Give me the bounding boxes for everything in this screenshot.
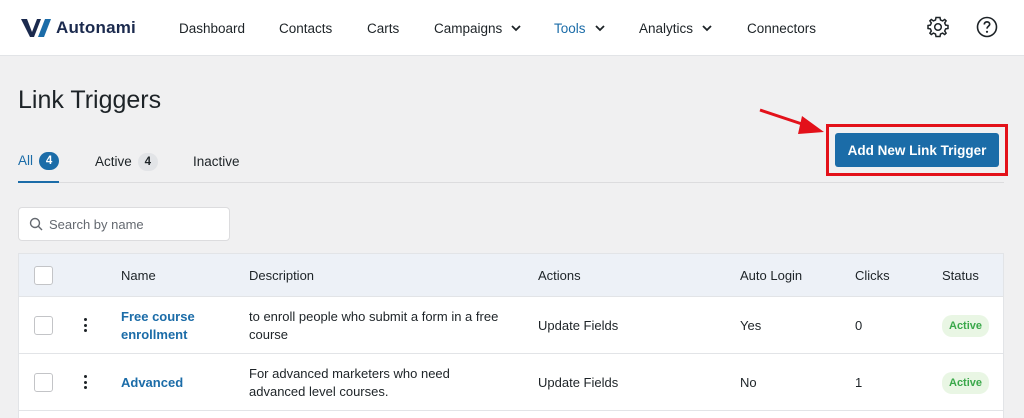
- chevron-down-icon: [511, 25, 521, 32]
- add-new-link-trigger-button[interactable]: Add New Link Trigger: [835, 133, 999, 167]
- column-header-clicks: Clicks: [855, 268, 890, 283]
- autonami-logo-icon: [21, 19, 51, 37]
- column-header-actions: Actions: [538, 268, 581, 283]
- trigger-description-cell: to enroll people who submit a form in a …: [249, 297, 529, 354]
- status-cell: Active: [942, 354, 990, 411]
- brand-name: Autonami: [56, 18, 136, 37]
- clicks-cell: 0: [855, 317, 863, 333]
- tab-all[interactable]: All 4: [18, 140, 60, 183]
- description-line: course: [249, 326, 289, 342]
- table-row: Advanced For advanced marketers who need…: [19, 354, 1003, 411]
- trigger-actions-cell: Update Fields: [538, 374, 619, 390]
- row-checkbox[interactable]: [34, 316, 53, 335]
- page-title: Link Triggers: [18, 86, 162, 114]
- tab-active-count: 4: [137, 152, 158, 171]
- clicks-cell: 1: [855, 374, 863, 390]
- trigger-name-cell: Free course enrollment: [121, 297, 241, 354]
- row-more-menu-icon[interactable]: [80, 316, 90, 334]
- link-triggers-table: Name Description Actions Auto Login Clic…: [18, 253, 1004, 418]
- add-button-highlight: Add New Link Trigger: [826, 124, 1008, 176]
- tab-active[interactable]: Active 4: [95, 140, 158, 183]
- tab-inactive-label: Inactive: [193, 154, 240, 169]
- auto-login-cell: No: [740, 374, 757, 390]
- description-line: advanced level courses.: [249, 383, 389, 399]
- row-checkbox[interactable]: [34, 373, 53, 392]
- gear-icon[interactable]: [926, 15, 950, 39]
- table-row: Free course enrollment to enroll people …: [19, 297, 1003, 354]
- tab-inactive[interactable]: Inactive: [193, 140, 240, 183]
- search-box[interactable]: [18, 207, 230, 241]
- search-icon: [29, 217, 43, 231]
- status-badge: Active: [942, 371, 990, 394]
- nav-tools[interactable]: Tools: [554, 0, 606, 56]
- chevron-down-icon: [702, 25, 712, 32]
- tab-active-label: Active: [95, 154, 132, 169]
- auto-login-cell: Yes: [740, 317, 762, 333]
- tab-all-count: 4: [39, 151, 60, 170]
- nav-campaigns[interactable]: Campaigns: [434, 0, 522, 56]
- trigger-name-cell: Advanced: [121, 354, 241, 411]
- trigger-name-link[interactable]: Free course enrollment: [121, 308, 195, 344]
- nav-dashboard[interactable]: Dashboard: [179, 0, 245, 56]
- nav-connectors[interactable]: Connectors: [747, 0, 816, 56]
- nav-analytics[interactable]: Analytics: [639, 0, 713, 56]
- table-header: Name Description Actions Auto Login Clic…: [19, 254, 1003, 297]
- top-nav-bar: Autonami Dashboard Contacts Carts Campai…: [0, 0, 1024, 56]
- nav-tools-label: Tools: [554, 20, 586, 36]
- row-more-menu-icon[interactable]: [80, 373, 90, 391]
- column-header-name[interactable]: Name: [121, 254, 156, 297]
- nav-analytics-label: Analytics: [639, 20, 694, 36]
- select-all-checkbox[interactable]: [34, 266, 53, 285]
- status-cell: Active: [942, 297, 990, 354]
- trigger-name-link[interactable]: Advanced: [121, 374, 183, 392]
- nav-carts[interactable]: Carts: [367, 0, 399, 56]
- trigger-description-cell: For advanced marketers who need advanced…: [249, 354, 529, 411]
- column-header-auto-login: Auto Login: [740, 268, 803, 283]
- description-line: For advanced marketers who need: [249, 365, 450, 381]
- tab-all-label: All: [18, 153, 34, 168]
- trigger-name-line: Advanced: [121, 374, 184, 390]
- trigger-actions-cell: Update Fields: [538, 317, 619, 333]
- search-input[interactable]: [49, 216, 219, 232]
- column-header-description: Description: [249, 268, 315, 283]
- help-icon[interactable]: [975, 15, 999, 39]
- status-badge: Active: [942, 314, 990, 337]
- chevron-down-icon: [594, 25, 605, 32]
- column-header-status: Status: [942, 268, 979, 283]
- nav-contacts[interactable]: Contacts: [279, 0, 332, 56]
- nav-campaigns-label: Campaigns: [434, 20, 503, 36]
- trigger-name-line: Free course: [121, 308, 195, 324]
- trigger-name-line: enrollment: [121, 326, 188, 342]
- logo[interactable]: Autonami: [20, 14, 136, 42]
- description-line: to enroll people who submit a form in a …: [249, 308, 499, 324]
- annotation-arrow-icon: [759, 108, 824, 134]
